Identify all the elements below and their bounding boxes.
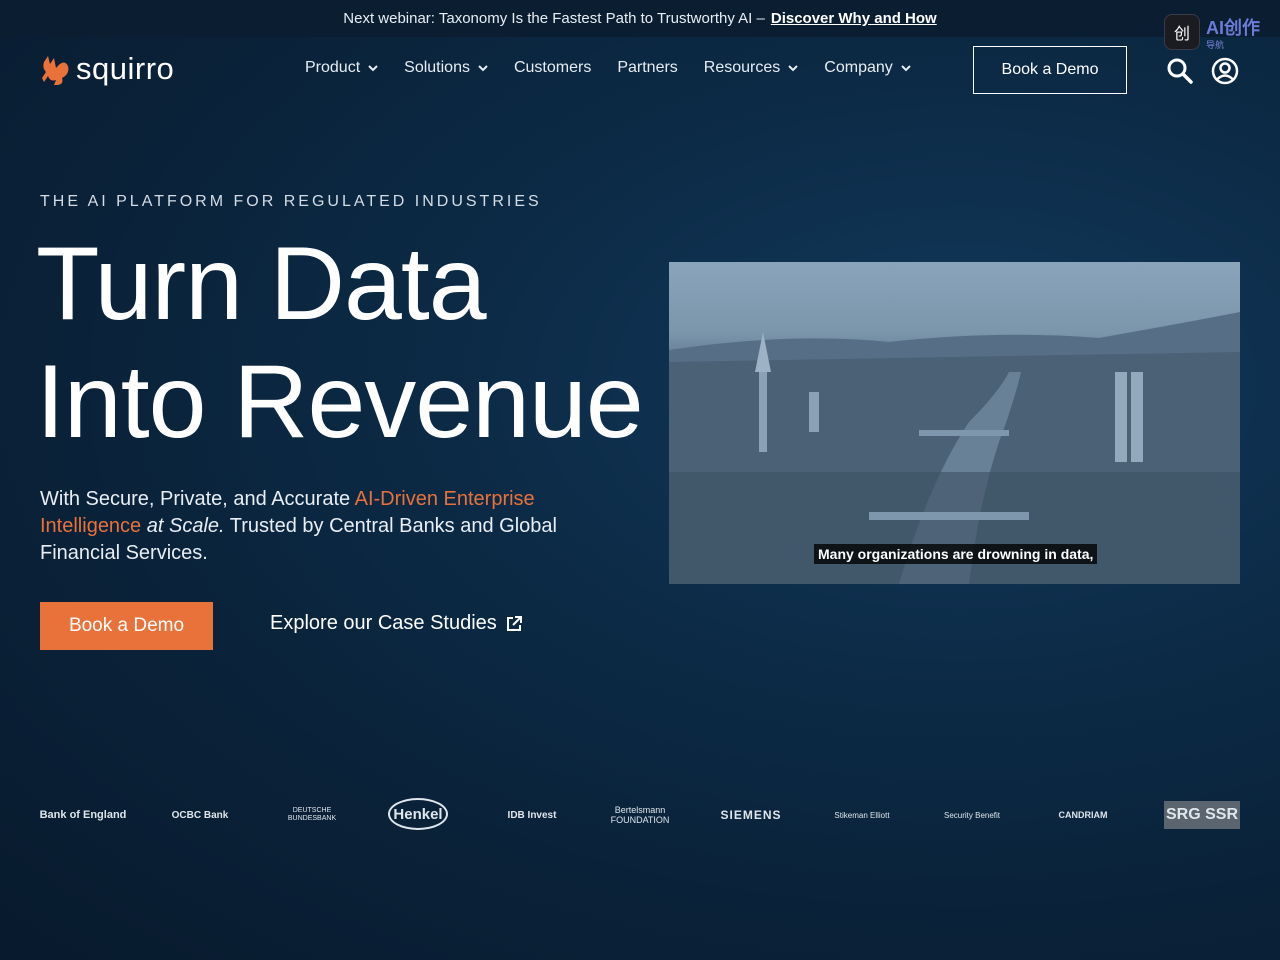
subtext-italic: at Scale. (146, 515, 225, 537)
logo-henkel: Henkel (388, 798, 448, 830)
logo-text: squirro (76, 51, 175, 86)
video-caption: Many organizations are drowning in data, (814, 544, 1098, 564)
logo-candriam: CANDRIAM (1058, 810, 1108, 820)
logo-security-benefit: Security Benefit (943, 810, 1001, 820)
announcement-link[interactable]: Discover Why and How (771, 10, 937, 27)
nav-item-label: Product (305, 59, 361, 76)
nav-item-company[interactable]: Company (824, 59, 911, 77)
headline-line-2: Into Revenue (36, 344, 644, 460)
city-aerial-image (669, 312, 1240, 584)
nav-item-solutions[interactable]: Solutions (404, 59, 488, 77)
nav-item-label: Customers (513, 59, 592, 76)
squirrel-logo-icon (42, 56, 69, 85)
nav-item-label: Resources (703, 59, 781, 76)
nav-item-partners[interactable]: Partners (617, 59, 677, 77)
chevron-down-icon (478, 65, 488, 72)
chevron-down-icon (368, 65, 378, 72)
book-demo-hero-button[interactable]: Book a Demo (40, 602, 213, 650)
nav-item-resources[interactable]: Resources (704, 59, 798, 77)
hero-subtext: With Secure, Private, and Accurate AI-Dr… (40, 486, 580, 567)
logo-srg-ssr: SRG SSR (1164, 801, 1240, 829)
nav-item-customers[interactable]: Customers (514, 59, 591, 77)
logo-stikeman-elliott: Stikeman Elliott (834, 810, 890, 820)
external-link-icon (506, 615, 522, 631)
logo-ocbc-bank: OCBC Bank (171, 809, 229, 821)
case-studies-link[interactable]: Explore our Case Studies (270, 612, 523, 635)
logo-siemens: SIEMENS (720, 808, 782, 822)
nav-item-label: Partners (617, 59, 678, 76)
logo-bertelsmann-foundation: Bertelsmann FOUNDATION (610, 805, 670, 825)
book-demo-nav-button[interactable]: Book a Demo (973, 46, 1127, 94)
account-icon[interactable] (1211, 57, 1239, 85)
hero-video[interactable]: Many organizations are drowning in data, (669, 262, 1240, 584)
chevron-down-icon (788, 65, 798, 72)
headline-line-1: Turn Data (36, 226, 487, 342)
main-nav: squirro Product Solutions Customers Part… (0, 37, 1280, 103)
nav-menu: Product Solutions Customers Partners Res… (305, 59, 911, 77)
logo-idb-invest: IDB Invest (507, 809, 557, 821)
logo-bank-of-england: Bank of England (39, 809, 127, 821)
search-icon[interactable] (1166, 57, 1194, 85)
squirro-logo[interactable]: squirro (40, 51, 174, 87)
chevron-down-icon (901, 65, 911, 72)
nav-item-label: Solutions (404, 59, 470, 76)
logo-deutsche-bundesbank: DEUTSCHE BUNDESBANK (287, 807, 337, 822)
nav-item-label: Company (824, 59, 893, 76)
subtext-part-1: With Secure, Private, and Accurate (40, 488, 355, 510)
case-studies-label: Explore our Case Studies (270, 612, 497, 634)
nav-item-product[interactable]: Product (305, 59, 378, 77)
hero-headline: Turn Data Into Revenue (36, 225, 644, 461)
announcement-text: Next webinar: Taxonomy Is the Fastest Pa… (343, 10, 765, 27)
announcement-bar: Next webinar: Taxonomy Is the Fastest Pa… (0, 0, 1280, 37)
customer-logos: Bank of England OCBC Bank DEUTSCHE BUNDE… (40, 790, 1240, 840)
hero-eyebrow: THE AI PLATFORM FOR REGULATED INDUSTRIES (40, 193, 542, 210)
